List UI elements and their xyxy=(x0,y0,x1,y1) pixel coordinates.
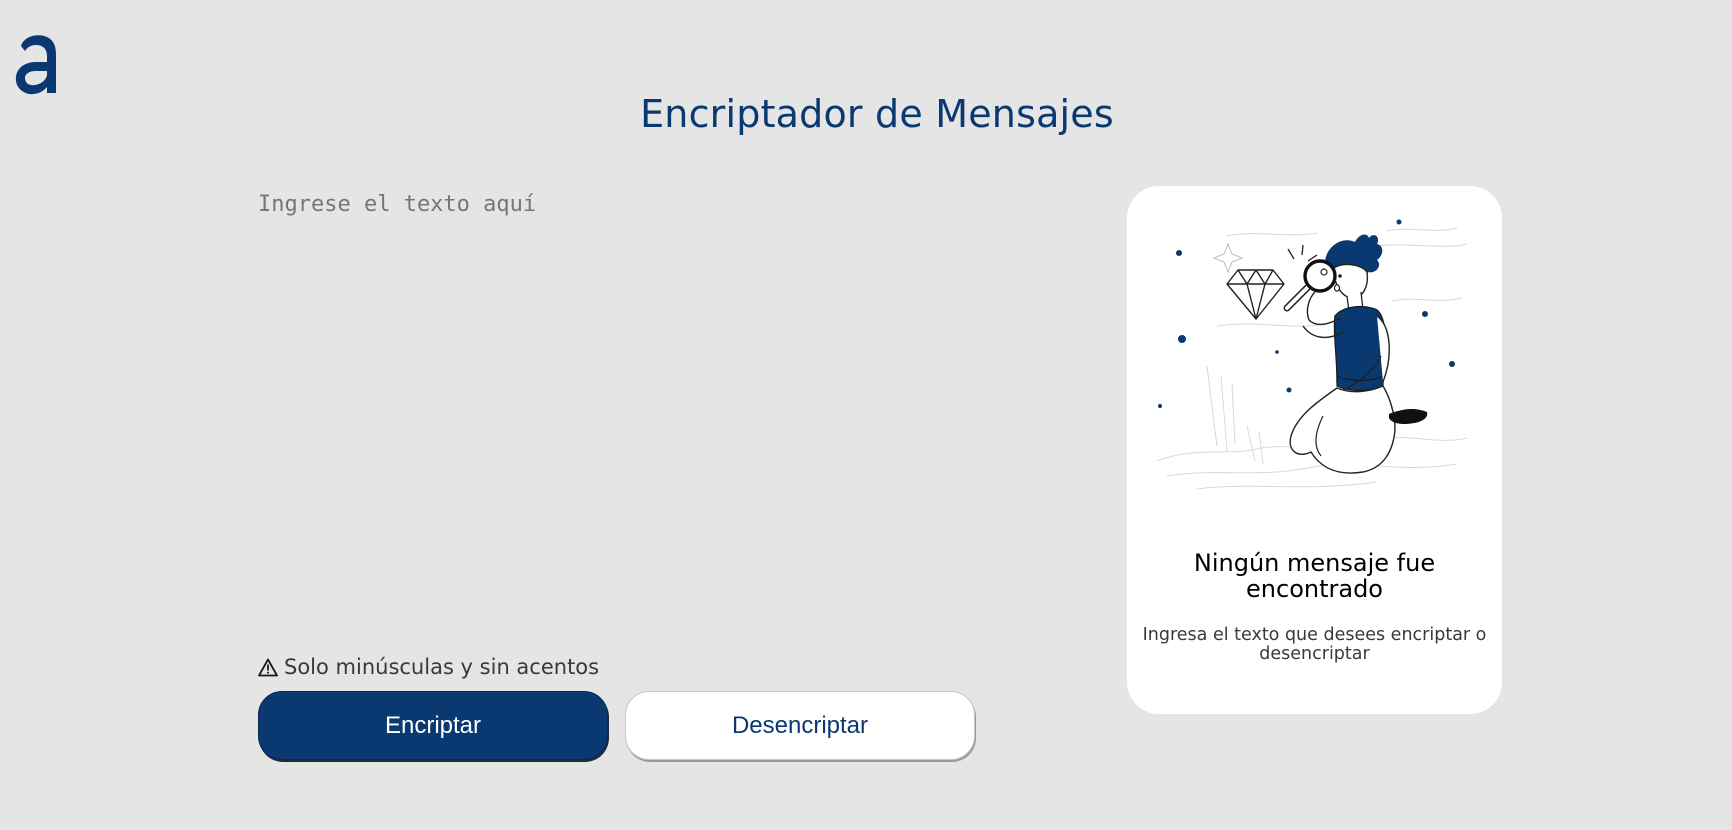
decrypt-button[interactable]: Desencriptar xyxy=(625,691,975,760)
empty-state-title: Ningún mensaje fue encontrado xyxy=(1193,549,1436,603)
hint-text: Solo minúsculas y sin acentos xyxy=(284,655,600,679)
page-title: Encriptador de Mensajes xyxy=(640,92,1114,136)
empty-state-illustration xyxy=(1156,219,1468,490)
warning-triangle-icon xyxy=(258,658,278,676)
output-card: Ningún mensaje fue encontrado Ingresa el… xyxy=(1127,186,1502,714)
empty-state-text: Ingresa el texto que desees encriptar o … xyxy=(1142,625,1487,664)
input-hint: Solo minúsculas y sin acentos xyxy=(258,654,599,680)
encrypt-button[interactable]: Encriptar xyxy=(258,691,608,760)
logo-icon xyxy=(15,35,56,95)
page: Encriptador de Mensajes Solo minúsculas … xyxy=(0,0,1732,830)
message-input[interactable] xyxy=(258,192,1058,632)
